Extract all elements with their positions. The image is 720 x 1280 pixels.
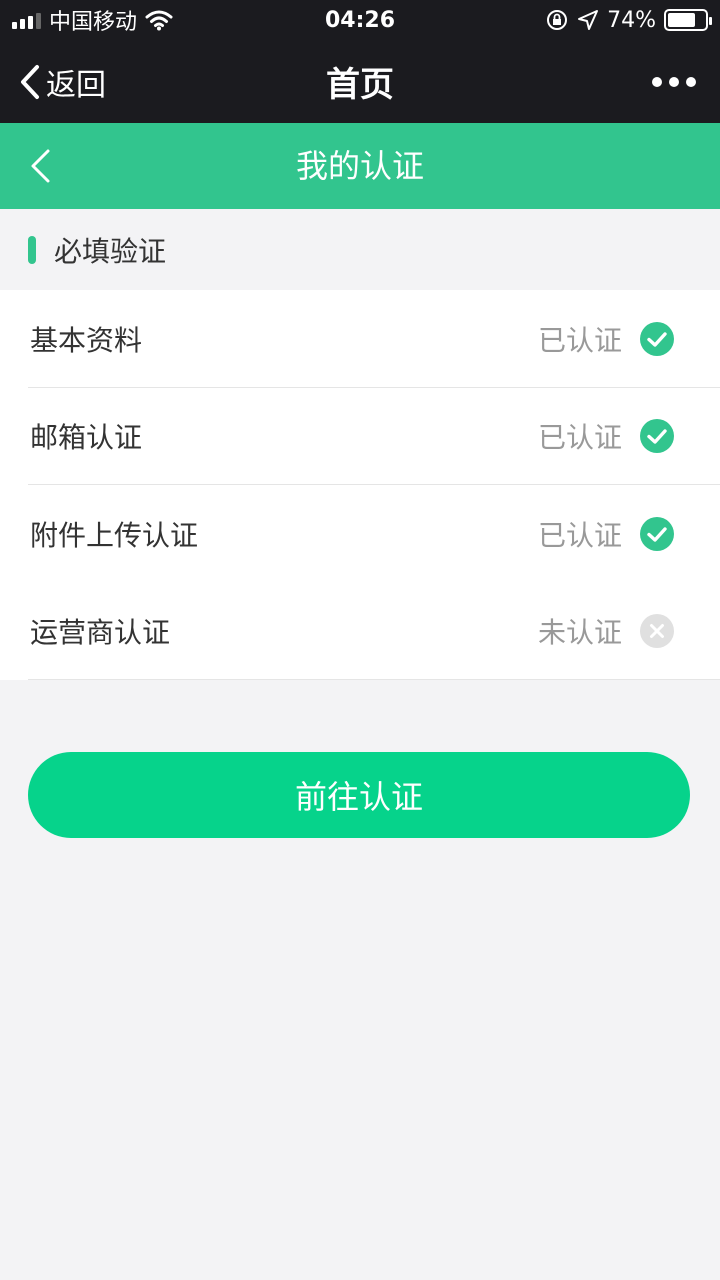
location-icon: [578, 10, 599, 30]
list-item-carrier[interactable]: 运营商认证 未认证: [0, 583, 720, 681]
section-heading: 必填验证: [0, 209, 720, 290]
status-left: 中国移动: [12, 4, 173, 36]
battery-fill: [668, 13, 695, 27]
signal-icon: [12, 11, 41, 29]
nav-title: 首页: [326, 65, 394, 105]
section-title: 必填验证: [54, 234, 167, 268]
page-header: 我的认证: [0, 123, 720, 209]
list-item-label: 邮箱认证: [30, 421, 143, 455]
battery-icon: [664, 9, 712, 31]
list-item-status: 已认证: [538, 416, 674, 456]
list-item-attachment[interactable]: 附件上传认证 已认证: [0, 485, 720, 583]
go-verify-button[interactable]: 前往认证: [28, 752, 690, 838]
status-text: 未认证: [537, 616, 622, 650]
section-accent-bar: [28, 235, 36, 264]
check-circle-icon: [640, 321, 674, 356]
status-text: 已认证: [537, 421, 622, 455]
status-text: 已认证: [537, 323, 622, 357]
battery-percent: 74%: [607, 7, 656, 33]
list-item-status: 未认证: [538, 611, 674, 651]
close-circle-icon: [640, 614, 674, 649]
nav-bar: 返回 首页: [0, 40, 720, 123]
page-title: 我的认证: [295, 147, 424, 185]
status-text: 已认证: [537, 518, 622, 552]
list-item-label: 运营商认证: [30, 616, 171, 650]
list-item-basic-info[interactable]: 基本资料 已认证: [0, 290, 720, 388]
more-options-icon[interactable]: [652, 40, 696, 123]
list-item-email[interactable]: 邮箱认证 已认证: [0, 388, 720, 486]
list-item-status: 已认证: [538, 319, 674, 359]
status-right: 74%: [545, 7, 712, 33]
list-item-label: 基本资料: [30, 323, 143, 357]
status-bar: 中国移动 04:26 74%: [0, 0, 720, 40]
carrier-name: 中国移动: [49, 10, 138, 35]
list-item-status: 已认证: [538, 514, 674, 554]
list-item-label: 附件上传认证: [30, 518, 199, 552]
rotation-lock-icon: [547, 10, 568, 30]
check-circle-icon: [640, 419, 674, 454]
wifi-icon: [145, 10, 173, 31]
check-circle-icon: [640, 516, 674, 551]
verification-list: 基本资料 已认证 邮箱认证 已认证 附件上传认证 已认证 运营商认证 未认证: [0, 290, 720, 680]
list-bottom-divider: [28, 679, 720, 680]
